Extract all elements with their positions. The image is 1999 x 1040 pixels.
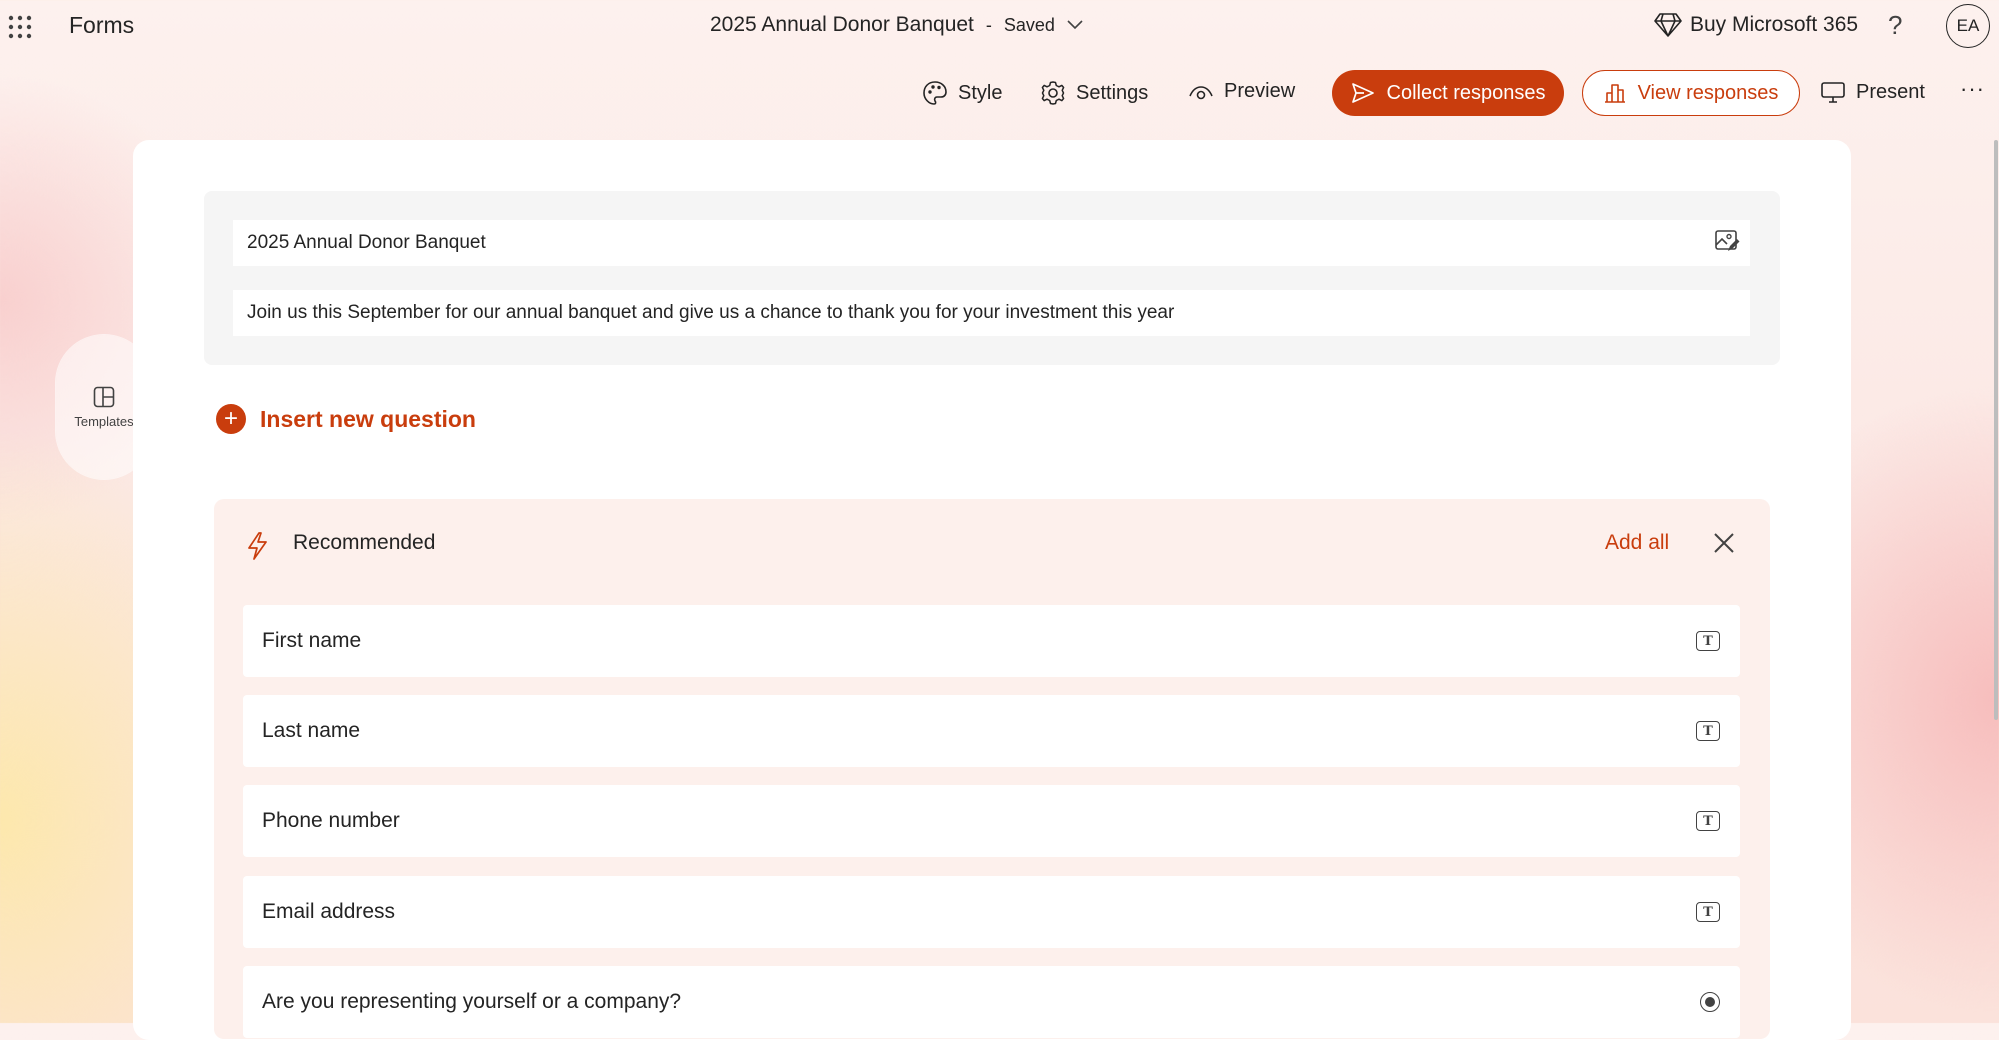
form-header bbox=[204, 191, 1780, 365]
preview-button[interactable]: Preview bbox=[1188, 80, 1295, 103]
monitor-icon bbox=[1820, 80, 1846, 104]
templates-label: Templates bbox=[74, 413, 134, 429]
scrollbar[interactable] bbox=[1994, 140, 1998, 720]
text-icon: T bbox=[1696, 721, 1720, 741]
text-icon: T bbox=[1696, 902, 1720, 922]
question-label: Email address bbox=[262, 900, 396, 923]
close-icon[interactable] bbox=[1711, 530, 1737, 556]
present-label: Present bbox=[1856, 80, 1925, 103]
text-icon: T bbox=[1696, 631, 1720, 651]
recommended-label: Recommended bbox=[293, 531, 436, 554]
send-icon bbox=[1351, 82, 1375, 104]
recommended-question-last-name[interactable]: Last name T bbox=[243, 695, 1740, 767]
palette-icon bbox=[922, 80, 948, 106]
buy-microsoft-365-button[interactable]: Buy Microsoft 365 bbox=[1654, 12, 1858, 38]
app-name[interactable]: Forms bbox=[69, 12, 134, 39]
insert-new-question-button[interactable]: + Insert new question bbox=[216, 404, 476, 434]
gear-icon bbox=[1040, 80, 1066, 106]
app-launcher-icon[interactable] bbox=[8, 15, 32, 39]
settings-label: Settings bbox=[1076, 81, 1149, 104]
recommended-question-phone-number[interactable]: Phone number T bbox=[243, 785, 1740, 857]
lightning-icon bbox=[245, 531, 269, 561]
diamond-icon bbox=[1654, 12, 1682, 38]
question-label: Phone number bbox=[262, 809, 400, 832]
question-label: Last name bbox=[262, 719, 361, 742]
document-title-menu[interactable]: 2025 Annual Donor Banquet - Saved bbox=[710, 13, 1083, 37]
radio-icon bbox=[1700, 992, 1720, 1012]
bar-chart-icon bbox=[1604, 82, 1626, 104]
more-options-icon[interactable]: ··· bbox=[1960, 76, 1985, 102]
document-title: 2025 Annual Donor Banquet bbox=[710, 13, 974, 36]
avatar[interactable]: EA bbox=[1946, 4, 1990, 48]
buy-label: Buy Microsoft 365 bbox=[1690, 13, 1859, 36]
recommended-panel bbox=[214, 499, 1770, 1039]
present-button[interactable]: Present bbox=[1820, 80, 1925, 104]
recommended-question-representing[interactable]: Are you representing yourself or a compa… bbox=[243, 966, 1740, 1038]
style-label: Style bbox=[958, 81, 1003, 104]
view-responses-button[interactable]: View responses bbox=[1582, 70, 1800, 116]
collect-responses-button[interactable]: Collect responses bbox=[1332, 70, 1564, 116]
preview-label: Preview bbox=[1224, 80, 1296, 102]
template-layout-icon bbox=[93, 386, 115, 408]
question-label: Are you representing yourself or a compa… bbox=[262, 990, 682, 1013]
eye-icon bbox=[1188, 82, 1214, 102]
save-status: Saved bbox=[1003, 14, 1055, 35]
title-separator: - bbox=[985, 14, 992, 35]
view-label: View responses bbox=[1637, 81, 1779, 104]
insert-image-icon[interactable] bbox=[1714, 229, 1740, 253]
form-description-field[interactable]: Join us this September for our annual ba… bbox=[233, 290, 1750, 336]
recommended-question-email-address[interactable]: Email address T bbox=[243, 876, 1740, 948]
insert-label: Insert new question bbox=[260, 405, 476, 432]
style-button[interactable]: Style bbox=[922, 80, 1002, 106]
plus-icon: + bbox=[216, 404, 246, 434]
chevron-down-icon bbox=[1067, 20, 1083, 30]
help-icon[interactable]: ? bbox=[1888, 10, 1902, 41]
form-title-field[interactable]: 2025 Annual Donor Banquet bbox=[233, 220, 1750, 266]
question-label: First name bbox=[262, 629, 362, 652]
settings-button[interactable]: Settings bbox=[1040, 80, 1148, 106]
collect-label: Collect responses bbox=[1386, 81, 1546, 104]
recommended-question-first-name[interactable]: First name T bbox=[243, 605, 1740, 677]
add-all-button[interactable]: Add all bbox=[1605, 531, 1669, 555]
text-icon: T bbox=[1696, 811, 1720, 831]
